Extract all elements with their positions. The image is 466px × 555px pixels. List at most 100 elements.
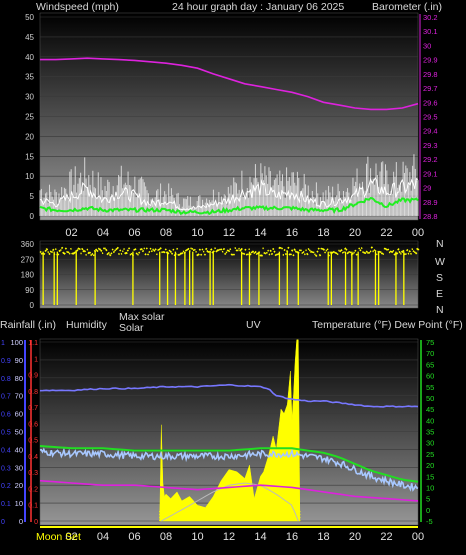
wind-direction-mark: [53, 249, 54, 250]
wind-direction-mark: [164, 252, 165, 253]
hour-tick-label: 00: [412, 531, 424, 543]
wind-direction-mark: [89, 252, 90, 253]
wind-direction-mark: [154, 250, 155, 251]
wind-direction-mark: [285, 254, 286, 255]
wind-direction-mark: [59, 250, 60, 251]
temperature-tick-label: 75: [426, 338, 434, 347]
uv-tick-label: 0.1: [28, 503, 38, 510]
wind-direction-mark: [68, 252, 69, 253]
hour-tick-label: 18: [317, 227, 329, 239]
wind-direction-mark: [111, 253, 112, 254]
wind-direction-mark: [391, 251, 392, 252]
weather-graph: 0510152025303540455028.828.92929.129.229…: [0, 0, 466, 550]
temperature-tick-label: 25: [426, 450, 434, 459]
wind-direction-mark: [139, 252, 140, 253]
humidity-tick-label: 10: [15, 499, 23, 508]
wind-direction-mark: [206, 248, 207, 249]
wind-direction-mark: [397, 253, 398, 254]
hour-tick-label: 16: [286, 531, 298, 543]
temperature-tick-label: 35: [426, 428, 434, 437]
moon-set-label: Moon Set: [36, 531, 81, 543]
rainfall-tick-label: 0.2: [1, 483, 11, 490]
barometer-tick-label: 29: [423, 184, 431, 193]
windspeed-tick-label: 40: [25, 53, 34, 62]
wind-direction-mark: [177, 248, 178, 249]
wind-direction-mark: [251, 252, 252, 253]
wind-direction-mark: [91, 255, 92, 256]
temperature-tick-label: 50: [426, 394, 434, 403]
wind-direction-mark: [340, 251, 341, 252]
hour-tick-label: 06: [128, 531, 140, 543]
wind-direction-mark: [261, 255, 262, 257]
wind-direction-mark: [288, 247, 289, 248]
barometer-tick-label: 28.9: [423, 198, 438, 207]
wind-direction-mark: [374, 250, 375, 251]
uv-tick-label: 0.4: [28, 454, 38, 461]
wind-direction-mark: [302, 253, 303, 254]
wind-direction-mark: [273, 248, 274, 249]
wind-direction-mark: [165, 249, 166, 250]
wind-direction-mark: [106, 249, 107, 251]
wind-direction-mark: [64, 253, 65, 254]
wind-direction-mark: [233, 254, 234, 255]
wind-direction-mark: [155, 249, 156, 250]
temperature-tick-label: 45: [426, 405, 434, 414]
wind-direction-mark: [135, 249, 136, 250]
barometer-tick-label: 29.1: [423, 169, 438, 178]
uv-tick-label: 1: [34, 356, 38, 363]
wind-direction-mark: [319, 254, 320, 256]
uv-tick-label: 0.9: [28, 373, 38, 380]
hour-tick-label: 12: [223, 227, 235, 239]
wind-direction-mark: [44, 254, 45, 255]
wind-direction-mark: [170, 251, 171, 252]
wind-direction-mark: [151, 251, 152, 252]
chart-svg: 0510152025303540455028.828.92929.129.229…: [0, 0, 466, 550]
hour-tick-label: 18: [317, 531, 329, 543]
wind-direction-mark: [77, 250, 78, 251]
hour-tick-label: 06: [128, 227, 140, 239]
wind-direction-mark: [402, 251, 403, 253]
wind-direction-mark: [189, 251, 190, 252]
wind-direction-mark: [293, 255, 294, 256]
hour-tick-label: 20: [349, 227, 361, 239]
hour-tick-label: 08: [160, 227, 172, 239]
direction-tick-label: 270: [21, 255, 35, 264]
windspeed-tick-label: 35: [25, 73, 34, 82]
hour-tick-label: 22: [380, 227, 392, 239]
wind-direction-mark: [79, 249, 80, 250]
temperature-tick-label: 10: [426, 483, 434, 492]
barometer-tick-label: 29.4: [423, 127, 438, 136]
wind-direction-mark: [385, 248, 386, 249]
barometer-tick-label: 29.5: [423, 113, 438, 122]
wind-direction-mark: [187, 249, 188, 250]
wind-direction-mark: [304, 254, 305, 255]
wind-direction-mark: [225, 253, 226, 254]
windspeed-axis-title: Windspeed (mph): [36, 1, 119, 13]
uv-tick-label: 0.7: [28, 405, 38, 412]
wind-direction-mark: [356, 254, 357, 255]
wind-direction-mark: [61, 247, 62, 248]
compass-n-top: N: [436, 238, 444, 250]
windspeed-tick-label: 10: [25, 172, 34, 181]
wind-direction-mark: [150, 248, 151, 249]
wind-direction-mark: [347, 252, 348, 254]
hour-tick-label: 02: [65, 227, 77, 239]
wind-direction-mark: [63, 252, 64, 253]
wind-direction-mark: [141, 248, 142, 249]
barometer-tick-label: 29.6: [423, 98, 438, 107]
wind-direction-mark: [264, 253, 265, 254]
wind-direction-mark: [313, 252, 314, 253]
wind-direction-mark: [202, 249, 203, 250]
temperature-tick-label: 70: [426, 349, 434, 358]
wind-direction-mark: [360, 250, 361, 251]
wind-direction-mark: [335, 252, 336, 253]
wind-direction-mark: [169, 250, 170, 251]
humidity-tick-label: 50: [15, 428, 23, 437]
wind-direction-mark: [341, 250, 342, 251]
direction-tick-label: 90: [25, 286, 34, 295]
wind-direction-mark: [101, 250, 102, 251]
wind-direction-mark: [230, 249, 231, 250]
wind-direction-mark: [281, 248, 282, 249]
uv-tick-label: 0.5: [28, 438, 38, 445]
wind-direction-mark: [312, 252, 313, 253]
